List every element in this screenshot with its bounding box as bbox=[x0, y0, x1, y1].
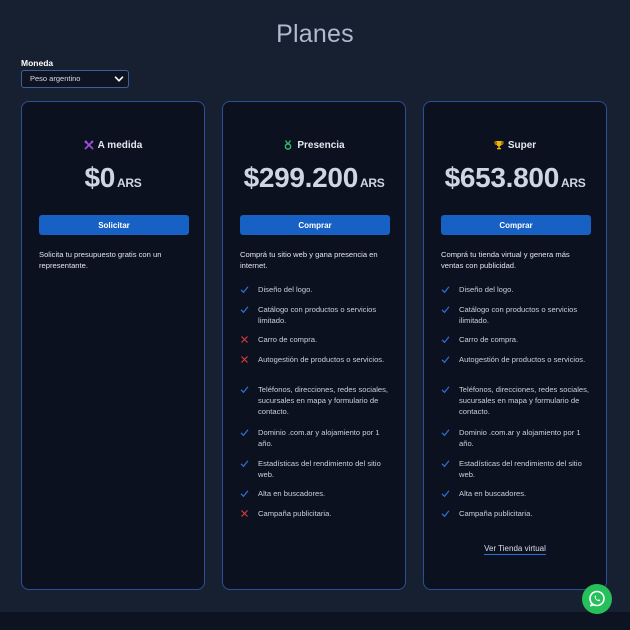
feature-text: Dominio .com.ar y alojamiento por 1 año. bbox=[258, 428, 380, 448]
plan-price-currency: ARS bbox=[560, 176, 586, 190]
currency-select[interactable]: Peso argentino bbox=[21, 70, 129, 88]
check-icon bbox=[441, 306, 450, 314]
footer-strip bbox=[0, 612, 630, 630]
feature-text: Autogestión de productos o servicios. bbox=[459, 355, 586, 364]
tools-icon bbox=[84, 140, 94, 150]
plan-price-value: $299.200 bbox=[243, 162, 359, 193]
plan-name-text: A medida bbox=[97, 140, 143, 151]
check-icon bbox=[240, 286, 249, 294]
feature-text: Campaña publicitaria. bbox=[459, 509, 533, 518]
plan-price: $0 ARS bbox=[22, 162, 204, 194]
feature-text: Carro de compra. bbox=[258, 335, 318, 344]
plan-name-text: Presencia bbox=[297, 140, 345, 151]
page: Planes Moneda Peso argentino A medida $0… bbox=[0, 0, 630, 612]
feature-text: Dominio .com.ar y alojamiento por 1 año. bbox=[459, 428, 581, 448]
solicitar-button[interactable]: Solicitar bbox=[39, 215, 189, 235]
plan-price-value: $0 bbox=[84, 162, 116, 193]
plan-name-text: Super bbox=[507, 140, 537, 151]
cross-icon bbox=[241, 510, 248, 517]
plan-price-value: $653.800 bbox=[444, 162, 560, 193]
currency-selected-value: Peso argentino bbox=[30, 74, 81, 83]
ver-tienda-link-wrap: Ver Tienda virtual bbox=[424, 544, 606, 555]
plan-name: A medida bbox=[22, 140, 204, 151]
plan-name: Presencia bbox=[223, 140, 405, 151]
feature-text: Teléfonos, direcciones, redes sociales, … bbox=[258, 385, 389, 416]
check-icon bbox=[441, 490, 450, 498]
check-icon bbox=[441, 336, 450, 344]
check-icon bbox=[441, 286, 450, 294]
feature-text: Estadísticas del rendimiento del sitio w… bbox=[459, 459, 582, 479]
trophy-icon bbox=[494, 141, 504, 150]
check-icon bbox=[441, 460, 450, 468]
page-title: Planes bbox=[276, 20, 354, 48]
comprar-button[interactable]: Comprar bbox=[240, 215, 390, 235]
medal-icon bbox=[285, 140, 292, 150]
plan-description: Comprá tu tienda virtual y genera más ve… bbox=[441, 250, 570, 270]
feature-text: Teléfonos, direcciones, redes sociales, … bbox=[459, 385, 590, 416]
feature-text: Alta en buscadores. bbox=[258, 489, 326, 498]
feature-text: Catálogo con productos o servicios limit… bbox=[258, 305, 377, 325]
feature-text: Catálogo con productos o servicios ilimi… bbox=[459, 305, 578, 325]
comprar-button[interactable]: Comprar bbox=[441, 215, 591, 235]
plan-price: $653.800 ARS bbox=[424, 162, 606, 194]
feature-text: Autogestión de productos o servicios. bbox=[258, 355, 385, 364]
feature-text: Campaña publicitaria. bbox=[258, 509, 332, 518]
cross-icon bbox=[241, 356, 248, 363]
plan-card-super: Super $653.800 ARS Comprar Comprá tu tien… bbox=[423, 101, 607, 590]
plan-price: $299.200 ARS bbox=[223, 162, 405, 194]
check-icon bbox=[240, 306, 249, 314]
feature-text: Diseño del logo. bbox=[258, 285, 313, 294]
feature-text: Carro de compra. bbox=[459, 335, 519, 344]
check-icon bbox=[441, 510, 450, 518]
check-icon bbox=[240, 460, 249, 468]
check-icon bbox=[240, 490, 249, 498]
check-icon bbox=[240, 386, 249, 394]
cross-icon bbox=[241, 336, 248, 343]
check-icon bbox=[240, 429, 249, 437]
plan-price-currency: ARS bbox=[359, 176, 385, 190]
plan-description: Solicita tu presupuesto gratis con un re… bbox=[39, 250, 162, 270]
whatsapp-button[interactable] bbox=[582, 584, 612, 614]
plan-card-presencia: Presencia $299.200 ARS Comprar Comprá tu … bbox=[222, 101, 406, 590]
plan-name: Super bbox=[424, 140, 606, 151]
check-icon bbox=[441, 386, 450, 394]
feature-text: Estadísticas del rendimiento del sitio w… bbox=[258, 459, 381, 479]
check-icon bbox=[441, 356, 450, 364]
check-icon bbox=[441, 429, 450, 437]
chevron-down-icon bbox=[114, 76, 124, 82]
currency-label: Moneda bbox=[21, 58, 54, 68]
feature-text: Alta en buscadores. bbox=[459, 489, 527, 498]
plan-description: Comprá tu sitio web y gana presencia en … bbox=[240, 250, 378, 270]
feature-text: Diseño del logo. bbox=[459, 285, 514, 294]
ver-tienda-link[interactable]: Ver Tienda virtual bbox=[484, 544, 546, 555]
whatsapp-icon bbox=[589, 590, 605, 607]
plan-price-currency: ARS bbox=[117, 176, 142, 190]
plan-card-a-medida: A medida $0 ARS Solicitar Solicita tu pre… bbox=[21, 101, 205, 590]
